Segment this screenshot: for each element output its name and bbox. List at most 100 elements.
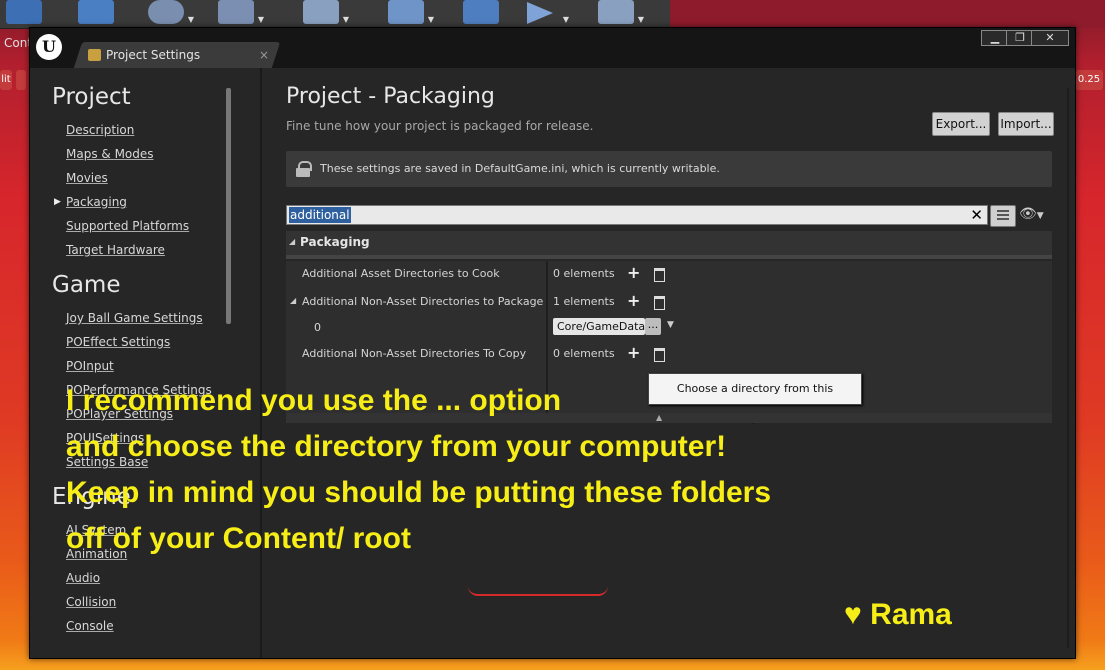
- settings-content: Project - Packaging Fine tune how your p…: [262, 68, 1075, 658]
- trash-icon[interactable]: [654, 268, 665, 282]
- chevron-down-icon: ▼: [342, 15, 349, 24]
- property-row: Additional Asset Directories to Cook 0 e…: [286, 261, 1052, 287]
- annotation-line: off of your Content/ root: [66, 516, 771, 562]
- annotation-prefix: off of your: [66, 522, 223, 555]
- sidebar-item-description[interactable]: Description: [66, 123, 134, 137]
- search-input[interactable]: additional ✕: [286, 205, 988, 225]
- gamepad-icon: [218, 0, 254, 24]
- sidebar-item-audio[interactable]: Audio: [66, 571, 100, 585]
- property-label: Additional Non-Asset Directories to Pack…: [302, 295, 544, 308]
- category-separator: [286, 255, 1052, 259]
- category-header[interactable]: ◢ Packaging: [286, 231, 1052, 255]
- property-row: Additional Non-Asset Directories To Copy…: [286, 341, 1052, 367]
- annotation-content-word: Content/: [222, 522, 345, 555]
- cubes-icon: [463, 0, 499, 24]
- annotation-line: I recommend you use the ... option: [66, 384, 562, 417]
- page-title: Project - Packaging: [286, 84, 495, 109]
- add-icon[interactable]: +: [627, 263, 640, 282]
- chevron-down-icon: ▼: [187, 15, 194, 24]
- sidebar-item-movies[interactable]: Movies: [66, 171, 108, 185]
- tab-close-icon[interactable]: ×: [259, 42, 269, 68]
- build-button[interactable]: ▼: [380, 0, 438, 26]
- list-view-button[interactable]: [990, 205, 1016, 227]
- chevron-down-icon: ▼: [637, 15, 644, 24]
- search-value: additional: [289, 207, 351, 223]
- unreal-logo-icon: U: [36, 34, 62, 60]
- sidebar-item-supported-platforms[interactable]: Supported Platforms: [66, 219, 189, 233]
- export-button[interactable]: Export...: [932, 112, 990, 136]
- tab-label: Project Settings: [106, 48, 201, 62]
- launch-button[interactable]: ▼: [590, 0, 648, 26]
- sidebar-item-collision[interactable]: Collision: [66, 595, 116, 609]
- sidebar-item-console[interactable]: Console: [66, 619, 114, 633]
- close-button[interactable]: ✕: [1031, 30, 1069, 46]
- red-underline: [468, 586, 608, 596]
- viewport-strip: [670, 0, 1105, 28]
- sidebar-item-target-hardware[interactable]: Target Hardware: [66, 243, 165, 257]
- unlock-icon-body: [296, 168, 310, 177]
- sidebar-item-poeffect[interactable]: POEffect Settings: [66, 335, 170, 349]
- settings-tab-icon: [88, 49, 101, 61]
- play-button[interactable]: ▼: [515, 0, 573, 26]
- collapse-arrow-icon: ◢: [289, 237, 296, 246]
- trash-icon[interactable]: [654, 348, 665, 362]
- array-element-row: 0 Core/GameData ... ▼: [286, 315, 1052, 341]
- viewport-badge-left: lit: [0, 70, 12, 90]
- grid-icon: [6, 0, 42, 24]
- project-settings-window: U Project Settings × ▁ ❐ ✕ Project Descr…: [29, 27, 1076, 659]
- property-label: Additional Asset Directories to Cook: [302, 267, 500, 280]
- settings-sidebar: Project Description Maps & Modes Movies …: [30, 68, 260, 658]
- play-icon: [523, 0, 559, 24]
- directory-path-field[interactable]: Core/GameData: [553, 318, 645, 335]
- annotation-text: I recommend you use the ... option and c…: [66, 378, 771, 562]
- content-button-label: Cont: [4, 36, 33, 50]
- sidebar-item-packaging[interactable]: Packaging: [66, 195, 127, 209]
- gear-icon: [148, 0, 184, 24]
- content-button[interactable]: [0, 0, 58, 26]
- launch-icon: [598, 0, 634, 24]
- window-titlebar: U Project Settings × ▁ ❐ ✕: [30, 28, 1075, 68]
- section-title-project: Project: [52, 84, 131, 110]
- tab-project-settings[interactable]: Project Settings ×: [86, 42, 271, 68]
- page-subtitle: Fine tune how your project is packaged f…: [286, 119, 594, 133]
- sidebar-item-joy-ball[interactable]: Joy Ball Game Settings: [66, 311, 203, 325]
- annotation-line: and choose the directory from your compu…: [66, 430, 727, 463]
- chevron-down-icon[interactable]: ▼: [667, 320, 674, 330]
- notice-text: These settings are saved in DefaultGame.…: [320, 162, 720, 175]
- eye-icon: 👁: [1019, 206, 1037, 222]
- compile-button[interactable]: [455, 0, 513, 26]
- settings-button[interactable]: ▼: [140, 0, 198, 26]
- collapse-arrow-icon[interactable]: ◢: [290, 296, 296, 305]
- window-controls: ▁ ❐ ✕: [981, 30, 1071, 46]
- clear-search-icon[interactable]: ✕: [970, 206, 983, 224]
- chevron-down-icon: ▼: [427, 15, 434, 24]
- viewport-badge-left-2: [16, 70, 26, 90]
- import-button[interactable]: Import...: [998, 112, 1054, 136]
- cinematics-button[interactable]: ▼: [295, 0, 353, 26]
- marketplace-button[interactable]: [70, 0, 128, 26]
- add-icon[interactable]: +: [627, 291, 640, 310]
- content-scrollbar[interactable]: [1067, 88, 1069, 648]
- chevron-down-icon: ▼: [1036, 211, 1044, 221]
- viewport-badge-right: 0.25: [1075, 70, 1103, 90]
- editor-toolbar: ▼ ▼ ▼ ▼ ▼ ▼: [0, 0, 670, 29]
- maximize-button[interactable]: ❐: [1006, 30, 1034, 46]
- view-options-button[interactable]: 👁▼: [1019, 206, 1053, 224]
- property-value: 0 elements: [553, 267, 615, 280]
- config-notice: These settings are saved in DefaultGame.…: [286, 151, 1052, 187]
- browse-directory-button[interactable]: ...: [645, 318, 661, 335]
- trash-icon[interactable]: [654, 296, 665, 310]
- section-title-game: Game: [52, 272, 121, 298]
- minimize-button[interactable]: ▁: [981, 30, 1009, 46]
- sidebar-item-poinput[interactable]: POInput: [66, 359, 114, 373]
- property-value: 0 elements: [553, 347, 615, 360]
- add-icon[interactable]: +: [627, 343, 640, 362]
- property-row: ◢ Additional Non-Asset Directories to Pa…: [286, 289, 1052, 315]
- chevron-down-icon: ▼: [257, 15, 264, 24]
- annotation-suffix: root: [344, 522, 411, 555]
- blueprints-button[interactable]: ▼: [210, 0, 268, 26]
- signature: ♥ Rama: [844, 598, 952, 631]
- sidebar-scrollbar[interactable]: [226, 88, 231, 324]
- sidebar-item-maps-modes[interactable]: Maps & Modes: [66, 147, 154, 161]
- chevron-down-icon: ▼: [562, 15, 569, 24]
